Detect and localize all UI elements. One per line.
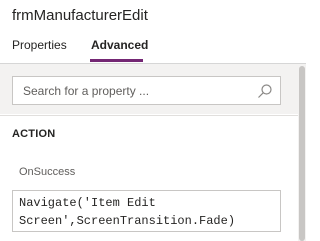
tab-properties[interactable]: Properties (12, 38, 67, 64)
formula-line: Navigate('Item Edit (19, 196, 156, 210)
tab-bar: Properties Advanced (0, 38, 306, 64)
formula-input-onsuccess[interactable]: Navigate('Item Edit Screen',ScreenTransit… (12, 190, 281, 232)
search-icon[interactable] (257, 83, 273, 99)
form-title: frmManufacturerEdit (12, 7, 148, 24)
formula-line: Screen',ScreenTransition.Fade) (19, 214, 236, 228)
search-input[interactable] (13, 77, 243, 104)
section-divider (0, 115, 298, 116)
search-box[interactable] (12, 76, 281, 105)
active-tab-indicator (90, 59, 143, 62)
scrollbar-thumb[interactable] (299, 66, 305, 241)
section-title-action: ACTION (12, 128, 56, 140)
property-label-onsuccess: OnSuccess (19, 166, 76, 178)
